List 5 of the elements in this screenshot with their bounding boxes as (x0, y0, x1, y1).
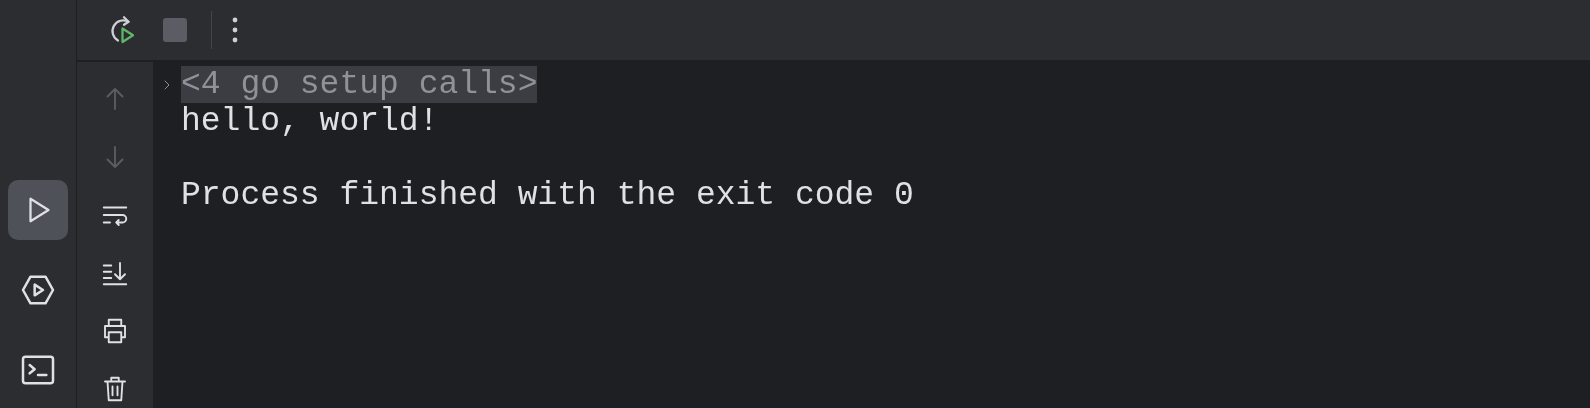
more-icon (232, 17, 238, 43)
folded-lines[interactable]: <4 go setup calls> (181, 66, 538, 103)
tool-window-button[interactable] (8, 180, 68, 240)
console-output: hello, world! (181, 103, 439, 140)
console-output: Process finished with the exit code 0 (181, 177, 914, 214)
